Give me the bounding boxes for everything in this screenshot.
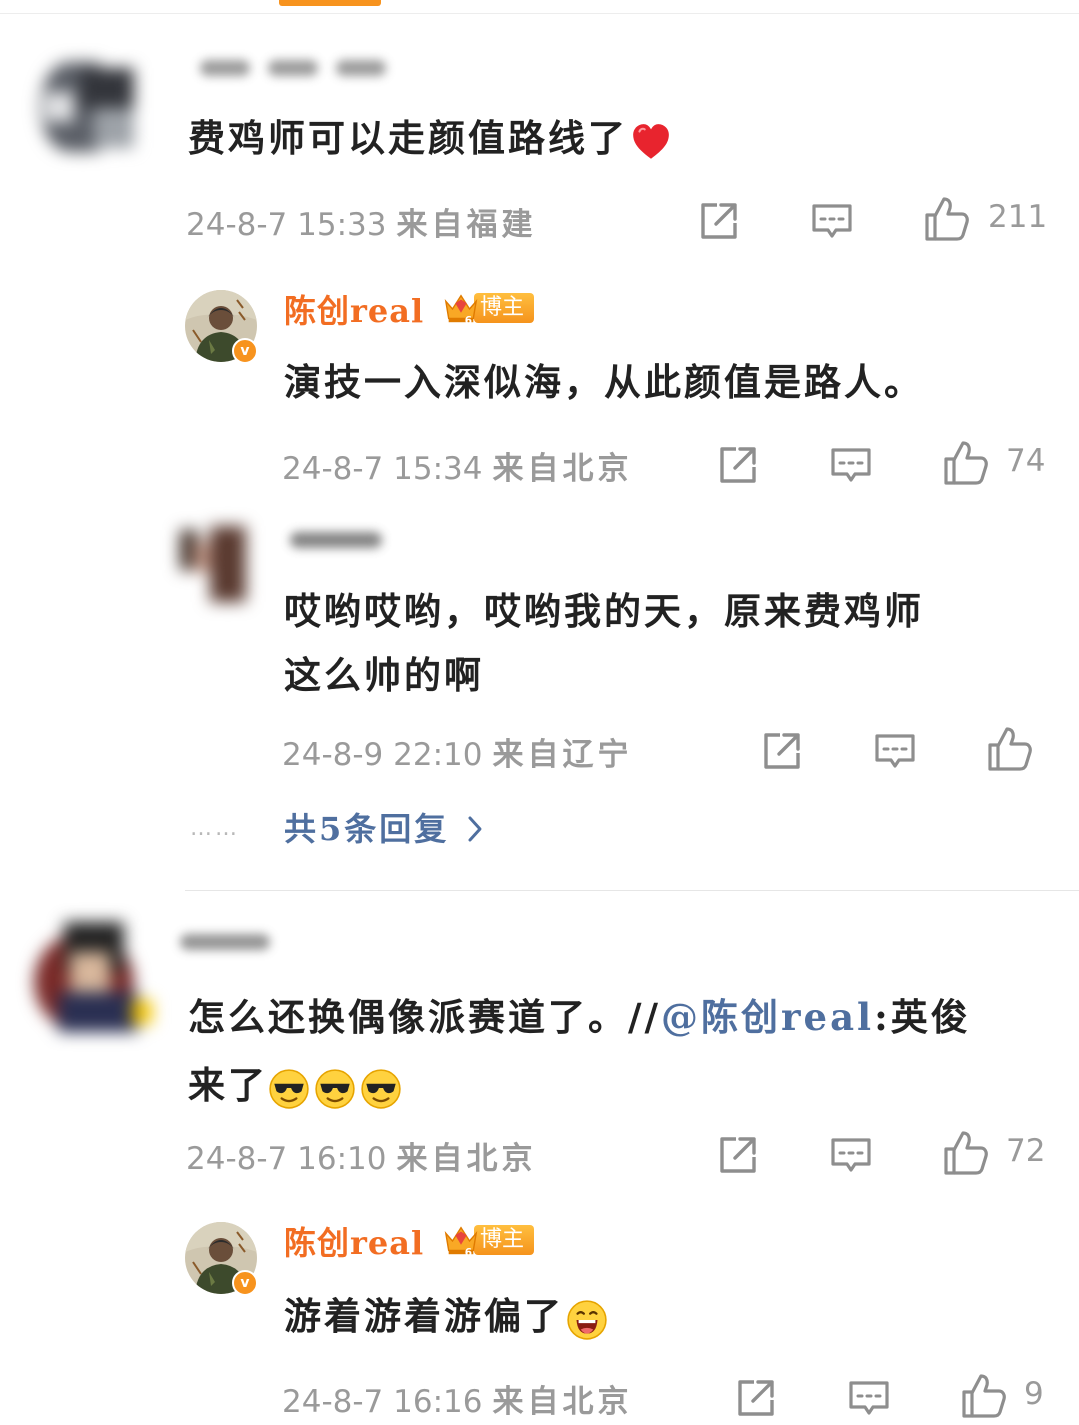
reply-text-line-1: 哎哟哎哟，哎哟我的天，原来费鸡师 xyxy=(284,589,924,633)
heart-emoji xyxy=(630,121,672,163)
sunglasses-emoji xyxy=(268,1068,310,1110)
timestamp: 24-8-7 16:16 xyxy=(282,1384,483,1420)
comment-text: 怎么还换偶像派赛道了。//@陈创real:英俊 来了 xyxy=(188,983,971,1119)
more-replies-dots: …… xyxy=(190,816,240,841)
verified-icon: v xyxy=(232,1270,258,1296)
sunglasses-emoji xyxy=(360,1068,402,1110)
like-icon[interactable] xyxy=(941,439,989,487)
like-count: 74 xyxy=(1006,443,1046,479)
laughing-emoji xyxy=(566,1299,608,1341)
username-blurred[interactable] xyxy=(268,60,318,76)
comment-meta: 24-8-7 15:33 来自福建 xyxy=(186,199,536,244)
location: 来自福建 xyxy=(396,207,537,243)
like-icon[interactable] xyxy=(922,195,970,243)
badge-label: 博主 xyxy=(474,1225,535,1255)
comment-text-line-1: 怎么还换偶像派赛道了。//@陈创real:英俊 xyxy=(188,995,971,1039)
more-replies-label: 共5条回复 xyxy=(284,810,450,848)
comment-icon[interactable] xyxy=(873,729,917,773)
verified-icon: v xyxy=(232,338,258,364)
avatar[interactable] xyxy=(176,522,256,602)
location: 来自北京 xyxy=(492,451,633,487)
user-mention[interactable]: @陈创real xyxy=(661,995,874,1039)
comment-icon[interactable] xyxy=(847,1376,891,1420)
comment-text: 费鸡师可以走颜值路线了 xyxy=(188,108,672,163)
comment-text-line-2: 来了 xyxy=(188,1051,971,1119)
location: 来自辽宁 xyxy=(492,737,633,773)
comment-divider xyxy=(185,890,1079,891)
username-blurred[interactable] xyxy=(290,532,382,548)
chevron-right-icon xyxy=(468,816,482,842)
username[interactable]: 陈创real xyxy=(284,1218,424,1264)
like-count: 72 xyxy=(1006,1133,1046,1169)
more-replies-link[interactable]: 共5条回复 xyxy=(284,804,485,850)
comment-icon[interactable] xyxy=(829,1133,873,1177)
reply-text: 演技一入深似海，从此颜值是路人。 xyxy=(284,360,924,404)
badge-label: 博主 xyxy=(474,293,535,323)
active-tab-indicator xyxy=(279,0,381,6)
share-icon[interactable] xyxy=(697,199,741,243)
comment-icon[interactable] xyxy=(810,199,854,243)
avatar[interactable] xyxy=(34,922,152,1040)
like-icon[interactable] xyxy=(941,1129,989,1177)
crown-icon xyxy=(442,290,480,326)
top-bar xyxy=(0,0,1079,16)
timestamp: 24-8-7 15:34 xyxy=(282,451,483,487)
share-icon[interactable] xyxy=(716,1133,760,1177)
share-icon[interactable] xyxy=(760,729,804,773)
timestamp: 24-8-9 22:10 xyxy=(282,737,483,773)
comment-meta: 24-8-7 15:34 来自北京 xyxy=(282,443,632,488)
username-blurred[interactable] xyxy=(180,934,270,950)
share-icon[interactable] xyxy=(716,443,760,487)
comment-icon[interactable] xyxy=(829,443,873,487)
like-count: 9 xyxy=(1024,1376,1044,1412)
comment-meta: 24-8-9 22:10 来自辽宁 xyxy=(282,729,632,774)
comment-meta: 24-8-7 16:10 来自北京 xyxy=(186,1133,536,1178)
like-icon[interactable] xyxy=(959,1372,1007,1420)
share-icon[interactable] xyxy=(734,1376,778,1420)
like-count: 211 xyxy=(988,199,1048,235)
avatar[interactable] xyxy=(34,52,144,162)
username-blurred[interactable] xyxy=(200,60,250,76)
top-divider xyxy=(0,13,1079,14)
sunglasses-emoji xyxy=(314,1068,356,1110)
timestamp: 24-8-7 15:33 xyxy=(186,207,387,243)
username-blurred[interactable] xyxy=(336,60,386,76)
username[interactable]: 陈创real xyxy=(284,286,424,332)
reply-text-line-2: 这么帅的啊 xyxy=(284,653,484,697)
timestamp: 24-8-7 16:10 xyxy=(186,1141,387,1177)
crown-icon xyxy=(442,1222,480,1258)
blogger-badge: 博主 xyxy=(442,290,535,326)
like-icon[interactable] xyxy=(985,725,1033,773)
location: 来自北京 xyxy=(492,1384,633,1420)
reply-text: 哎哟哎哟，哎哟我的天，原来费鸡师 这么帅的啊 xyxy=(284,579,924,707)
blogger-badge: 博主 xyxy=(442,1222,535,1258)
location: 来自北京 xyxy=(396,1141,537,1177)
comment-meta: 24-8-7 16:16 来自北京 xyxy=(282,1376,632,1421)
reply-text: 游着游着游偏了 xyxy=(284,1286,608,1341)
